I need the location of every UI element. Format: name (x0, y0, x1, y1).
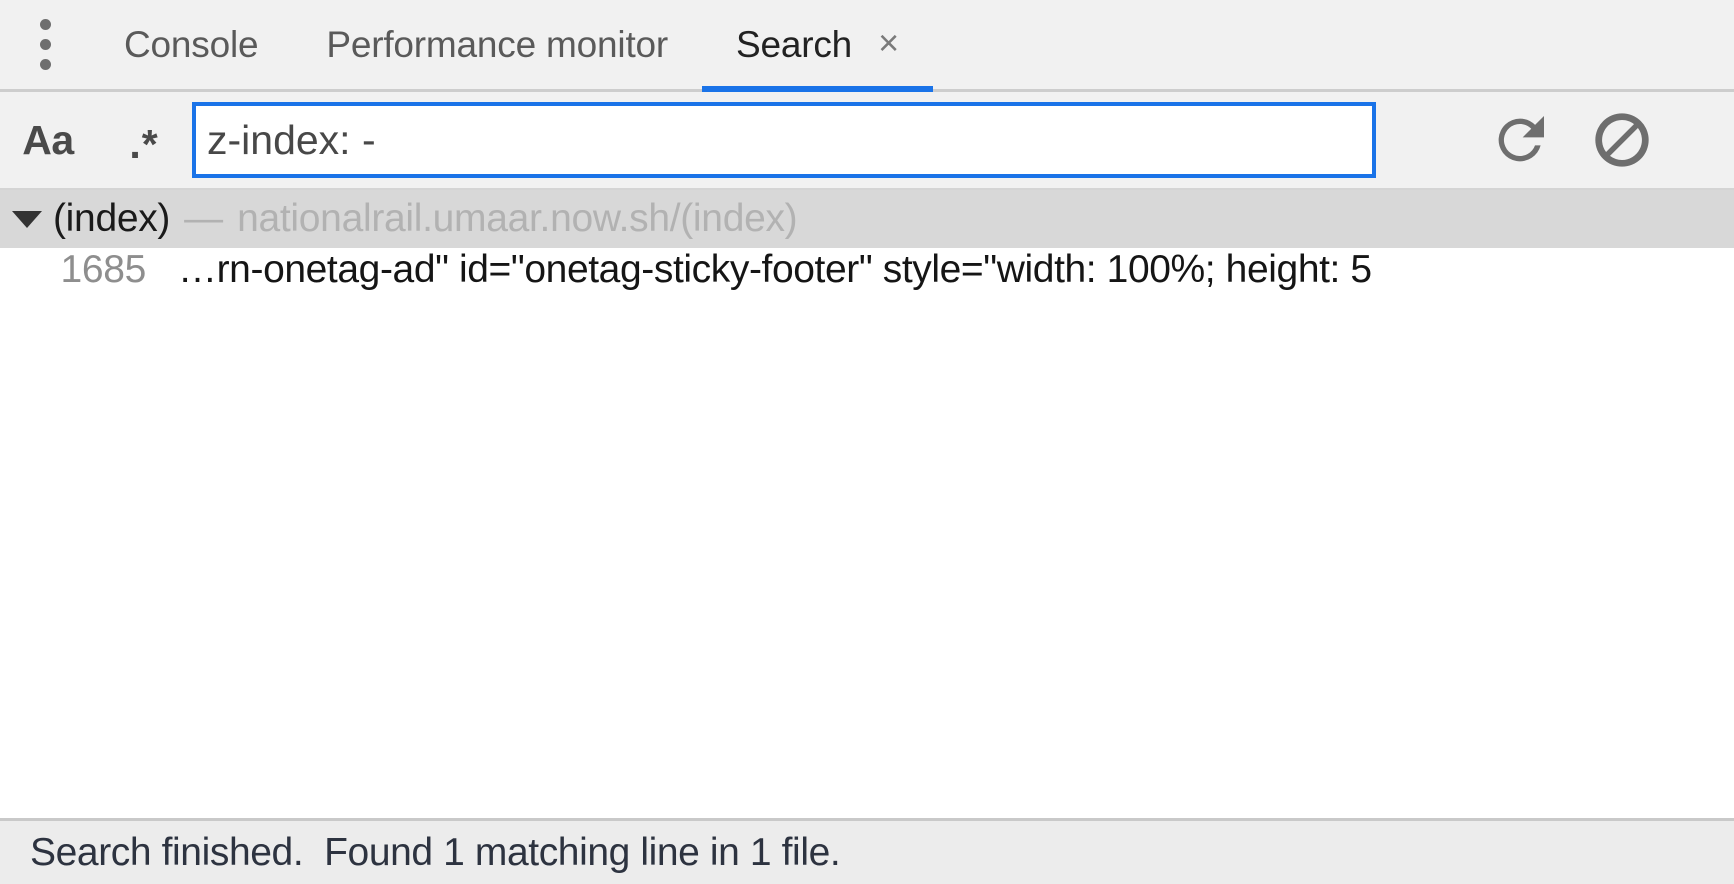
result-line-content: …rn-onetag-ad" id="onetag-sticky-footer"… (178, 248, 1372, 291)
kebab-dot (39, 19, 51, 30)
search-field-wrapper (192, 92, 1486, 188)
disclosure-triangle-icon[interactable] (12, 210, 42, 228)
tab-console[interactable]: Console (90, 0, 292, 89)
search-input[interactable] (192, 102, 1376, 178)
tab-search-label: Search (736, 23, 853, 65)
devtools-search-panel: Console Performance monitor Search × Aa … (0, 0, 1734, 884)
status-message: Search finished. Found 1 matching line i… (30, 830, 841, 874)
result-line-number: 1685 (60, 248, 146, 291)
kebab-menu-icon[interactable] (0, 0, 90, 89)
tab-bar: Console Performance monitor Search × (0, 0, 1734, 92)
tab-performance-monitor[interactable]: Performance monitor (292, 0, 702, 89)
regex-label: .* (129, 120, 159, 167)
match-case-toggle[interactable]: Aa (0, 117, 96, 164)
result-group-header[interactable]: (index) — nationalrail.umaar.now.sh/(ind… (0, 190, 1734, 248)
kebab-dot (39, 39, 51, 50)
toolbar-icons (1486, 106, 1734, 174)
match-case-label: Aa (22, 116, 74, 163)
refresh-icon[interactable] (1486, 106, 1554, 174)
tab-performance-monitor-label: Performance monitor (326, 23, 669, 65)
result-group-url: nationalrail.umaar.now.sh/(index) (237, 197, 798, 240)
search-result-row[interactable]: 1685 …rn-onetag-ad" id="onetag-sticky-fo… (0, 248, 1734, 310)
result-group-name: (index) (53, 197, 171, 240)
close-icon[interactable]: × (878, 24, 899, 61)
search-results-list[interactable]: (index) — nationalrail.umaar.now.sh/(ind… (0, 190, 1734, 818)
clear-icon[interactable] (1588, 106, 1656, 174)
tab-search[interactable]: Search × (702, 0, 933, 92)
search-toolbar: Aa .* (0, 92, 1734, 190)
kebab-dot (39, 59, 51, 70)
status-bar: Search finished. Found 1 matching line i… (0, 818, 1734, 884)
tab-console-label: Console (124, 23, 259, 65)
regex-toggle[interactable]: .* (96, 121, 192, 168)
tab-list: Console Performance monitor Search × (90, 0, 933, 92)
result-group-separator: — (184, 197, 224, 240)
